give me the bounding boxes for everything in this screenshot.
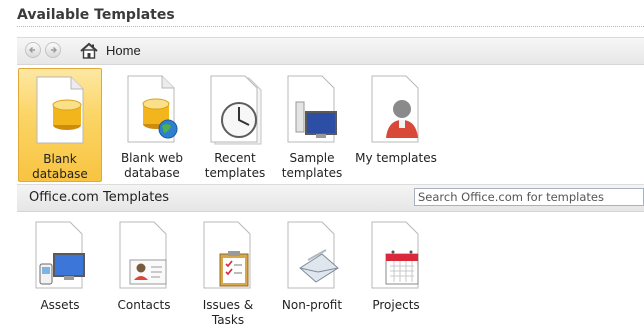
template-recent[interactable]: Recent templates <box>193 68 277 182</box>
monitor-icon <box>287 75 337 143</box>
category-issues-tasks[interactable]: Issues & Tasks <box>186 214 270 328</box>
clipboard-icon <box>203 221 251 289</box>
template-label: Blank database <box>32 152 88 181</box>
home-icon[interactable] <box>79 41 99 61</box>
category-label: Contacts <box>117 298 171 312</box>
category-label: Assets <box>40 298 80 312</box>
page-title: Available Templates <box>17 7 175 23</box>
blank-database-icon <box>36 76 84 144</box>
arrow-left-icon <box>29 47 35 53</box>
arrow-right-icon <box>51 47 57 53</box>
category-label: Non-profit <box>281 298 343 312</box>
title-divider <box>17 26 644 27</box>
category-label: Issues & Tasks <box>202 298 254 327</box>
contacts-icon <box>119 221 167 289</box>
calendar-icon <box>371 221 419 289</box>
forward-button[interactable] <box>45 42 61 58</box>
template-sample[interactable]: Sample templates <box>270 68 354 182</box>
template-label: Recent templates <box>204 151 266 180</box>
back-button[interactable] <box>25 42 41 58</box>
breadcrumb-home[interactable]: Home <box>106 43 141 58</box>
navigation-bar: Home <box>17 37 644 65</box>
template-blank-web-database[interactable]: Blank web database <box>110 68 194 182</box>
search-input[interactable] <box>414 188 644 206</box>
template-label: Sample templates <box>281 151 343 180</box>
user-icon <box>371 75 419 143</box>
category-non-profit[interactable]: Non-profit <box>270 214 354 328</box>
template-my-templates[interactable]: My templates <box>354 68 438 182</box>
category-label: Projects <box>372 298 420 312</box>
category-contacts[interactable]: Contacts <box>102 214 186 328</box>
section-title: Office.com Templates <box>29 190 170 205</box>
office-templates-bar: Office.com Templates <box>17 184 644 212</box>
category-assets[interactable]: Assets <box>18 214 102 328</box>
clock-icon <box>210 75 262 145</box>
assets-icon <box>35 221 85 289</box>
blank-web-database-icon <box>127 75 178 143</box>
envelope-icon <box>287 221 339 289</box>
template-blank-database[interactable]: Blank database <box>18 68 102 182</box>
template-label: Blank web database <box>120 151 184 180</box>
template-label: My templates <box>355 151 437 165</box>
category-projects[interactable]: Projects <box>354 214 438 328</box>
